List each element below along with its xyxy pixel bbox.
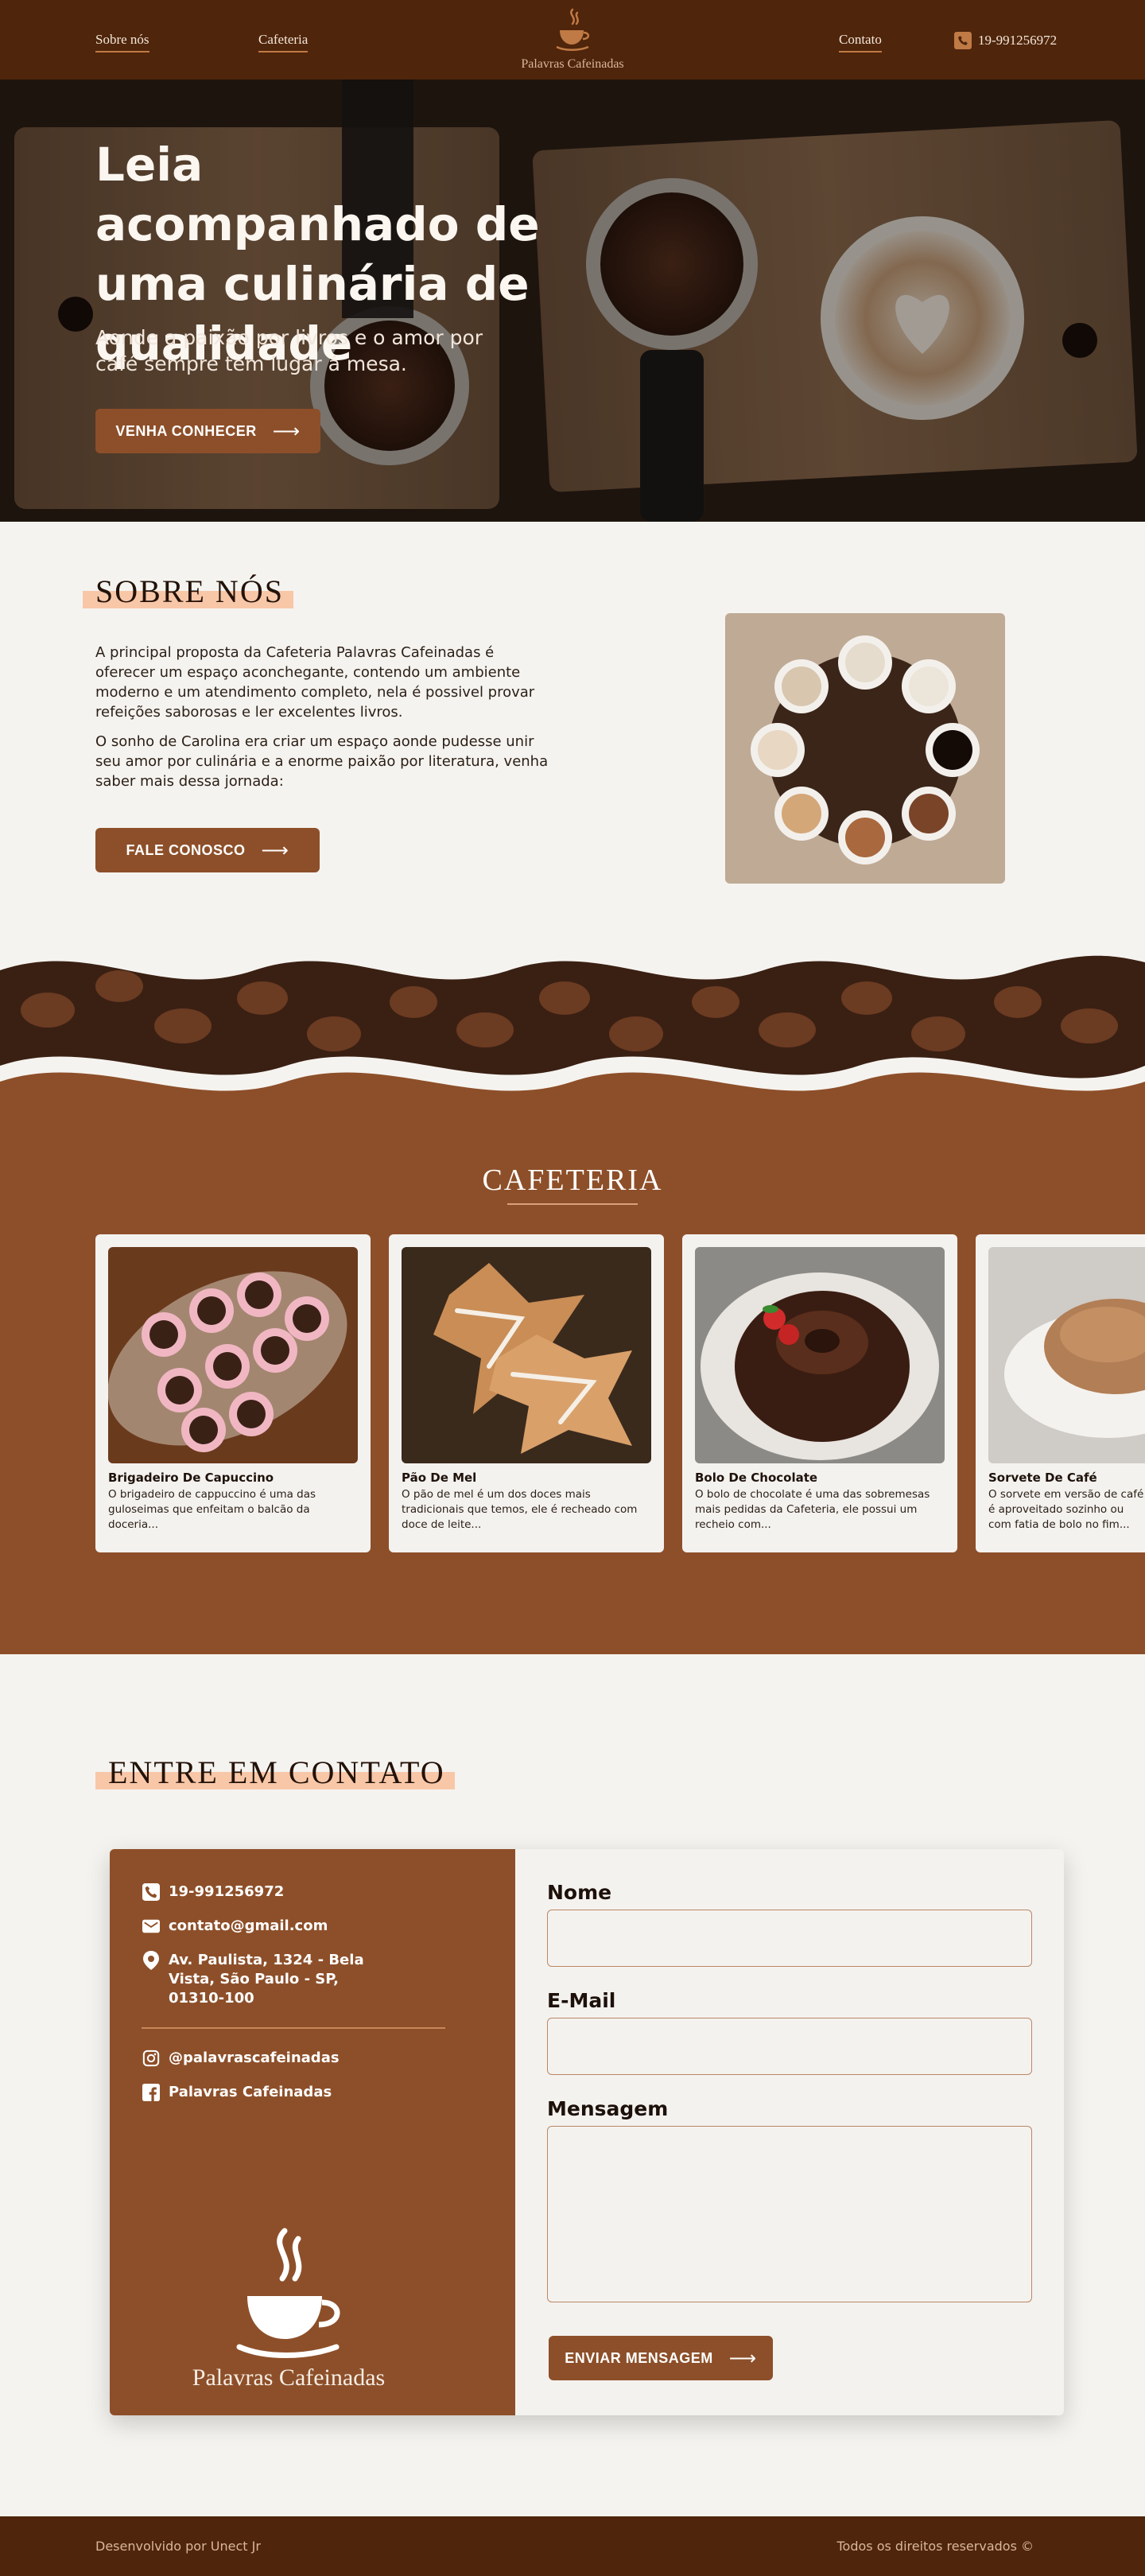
contact-phone[interactable]: 19-991256972	[142, 1882, 284, 1902]
nav-link-about[interactable]: Sobre nós	[95, 32, 149, 52]
about-paragraph-1: A principal proposta da Cafeteria Palavr…	[95, 644, 535, 721]
product-description: O sorvete em versão de café é aproveitad…	[988, 1488, 1144, 1531]
location-pin-icon	[142, 1951, 161, 1970]
footer-credit: Desenvolvido por Unect Jr	[95, 2539, 261, 2554]
hero-subtitle: Aonde a paixão por livros e o amor por c…	[95, 326, 483, 375]
footer: Desenvolvido por Unect Jr Todos os direi…	[0, 2516, 1145, 2576]
product-card[interactable]: Sorvete De Café O sorvete em versão de c…	[976, 1234, 1145, 1552]
arrow-right-icon: ⟶	[261, 839, 289, 861]
nav-link-contact[interactable]: Contato	[839, 32, 882, 52]
logo-brand-name: Palavras Cafeinadas	[521, 57, 624, 71]
contact-phone-text: 19-991256972	[169, 1883, 285, 1900]
product-card[interactable]: Brigadeiro De Capuccino O brigadeiro de …	[95, 1234, 371, 1552]
arrow-right-icon: ⟶	[728, 2347, 757, 2369]
phone-icon	[954, 32, 972, 49]
contact-us-label: FALE CONOSCO	[126, 841, 246, 858]
contact-instagram-text: @palavrascafeinadas	[169, 2050, 340, 2066]
product-description: O pão de mel é um dos doces mais tradici…	[402, 1488, 638, 1531]
about-title-text: SOBRE NÓS	[95, 573, 284, 609]
phone-icon	[142, 1882, 161, 1902]
contact-info-panel: 19-991256972 contato@gmail.com Av. Pauli…	[110, 1849, 515, 2415]
nav-phone[interactable]: 19-991256972	[954, 32, 1057, 49]
contact-divider	[142, 2027, 445, 2029]
instagram-icon	[142, 2049, 161, 2068]
cafeteria-title-underline	[507, 1203, 638, 1205]
coffee-beans-banner	[0, 923, 1145, 1113]
product-name: Pão De Mel	[402, 1471, 477, 1485]
hero-section: Leia acompanhado de uma culinária de qua…	[0, 80, 1145, 522]
product-photo-sorvete-de-cafe	[988, 1247, 1145, 1463]
contact-address-text: Av. Paulista, 1324 - Bela Vista, São Pau…	[169, 1952, 364, 2007]
coffee-cups-photo	[725, 613, 1005, 884]
product-name: Sorvete De Café	[988, 1471, 1097, 1485]
contact-email[interactable]: contato@gmail.com	[142, 1917, 328, 1936]
nav-link-cafeteria[interactable]: Cafeteria	[258, 32, 309, 52]
name-label: Nome	[547, 1881, 612, 1904]
cafeteria-title-text: CAFETERIA	[482, 1164, 663, 1197]
send-message-button[interactable]: ENVIAR MENSAGEM ⟶	[549, 2336, 773, 2380]
cafeteria-title: CAFETERIA	[0, 1163, 1145, 1198]
about-title: SOBRE NÓS	[83, 573, 293, 610]
contact-card: 19-991256972 contato@gmail.com Av. Pauli…	[110, 1849, 1064, 2415]
product-card[interactable]: Pão De Mel O pão de mel é um dos doces m…	[389, 1234, 664, 1552]
product-photo-brigadeiro	[108, 1247, 358, 1463]
visit-us-button[interactable]: VENHA CONHECER ⟶	[95, 409, 320, 453]
contact-title: ENTRE EM CONTATO	[95, 1754, 455, 1791]
product-description: O brigadeiro de cappuccino é uma das gul…	[108, 1488, 316, 1531]
contact-email-text: contato@gmail.com	[169, 1917, 328, 1934]
send-message-label: ENVIAR MENSAGEM	[565, 2349, 713, 2366]
message-textarea[interactable]	[547, 2126, 1032, 2302]
message-label: Mensagem	[547, 2097, 669, 2120]
product-name: Bolo De Chocolate	[695, 1471, 818, 1485]
product-photo-bolo-de-chocolate	[695, 1247, 945, 1463]
contact-instagram[interactable]: @palavrascafeinadas	[142, 2049, 340, 2068]
product-card[interactable]: Bolo De Chocolate O bolo de chocolate é …	[682, 1234, 957, 1552]
contact-facebook-text: Palavras Cafeinadas	[169, 2084, 332, 2100]
contact-logo: Palavras Cafeinadas	[110, 2223, 468, 2391]
product-description: O bolo de chocolate é uma das sobremesas…	[695, 1488, 930, 1531]
footer-copyright: Todos os direitos reservados ©	[836, 2539, 1034, 2554]
email-icon	[142, 1917, 161, 1936]
product-photo-pao-de-mel	[402, 1247, 651, 1463]
product-name: Brigadeiro De Capuccino	[108, 1471, 274, 1485]
contact-title-text: ENTRE EM CONTATO	[108, 1754, 445, 1790]
visit-us-label: VENHA CONHECER	[115, 422, 257, 439]
logo[interactable]: Palavras Cafeinadas	[515, 5, 630, 72]
coffee-cup-logo-icon	[236, 2228, 340, 2358]
email-input[interactable]	[547, 2018, 1032, 2075]
email-label: E-Mail	[547, 1989, 616, 2012]
arrow-right-icon: ⟶	[272, 420, 301, 442]
contact-address: Av. Paulista, 1324 - Bela Vista, São Pau…	[142, 1951, 372, 2008]
name-input[interactable]	[547, 1910, 1032, 1967]
nav-phone-number: 19-991256972	[978, 33, 1058, 48]
contact-facebook[interactable]: Palavras Cafeinadas	[142, 2083, 332, 2102]
contact-us-button[interactable]: FALE CONOSCO ⟶	[95, 828, 320, 872]
top-navigation: Sobre nós Cafeteria Palavras Cafeinadas …	[0, 0, 1145, 80]
coffee-cup-logo-icon	[556, 8, 590, 51]
contact-logo-brand: Palavras Cafeinadas	[192, 2364, 386, 2391]
coffee-beans-image	[0, 923, 1145, 1113]
about-paragraph-2: O sonho de Carolina era criar um espaço …	[95, 733, 549, 790]
facebook-icon	[142, 2083, 161, 2102]
